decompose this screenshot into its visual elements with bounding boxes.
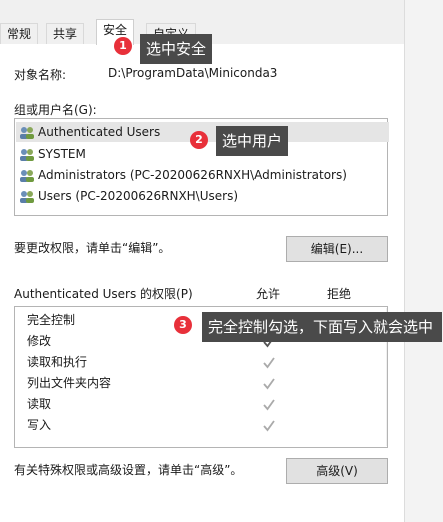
allow-column-header: 允许	[256, 287, 281, 301]
perm-row-full-control: 完全控制	[27, 310, 75, 330]
tab-security-label: 安全	[103, 23, 128, 37]
perm-row-modify: 修改	[27, 331, 51, 351]
checkmark-icon[interactable]	[262, 398, 276, 412]
background-window-edge	[404, 0, 443, 522]
tab-sharing[interactable]: 共享	[46, 23, 85, 44]
perm-row-label: 读取	[27, 397, 52, 411]
perm-row-read: 读取	[27, 394, 51, 414]
object-path: D:\ProgramData\Miniconda3	[108, 66, 278, 80]
group-item-administrators[interactable]: Administrators (PC-20200626RNXH\Administ…	[19, 165, 347, 185]
annotation-text: 选中安全	[146, 40, 207, 58]
perm-row-read-execute: 读取和执行	[27, 352, 87, 372]
annotation-badge-3: 3	[174, 316, 192, 334]
checkmark-icon[interactable]	[262, 419, 276, 433]
group-item-label: Users (PC-20200626RNXH\Users)	[38, 189, 239, 203]
perm-row-label: 读取和执行	[27, 355, 88, 369]
checkmark-icon[interactable]	[262, 377, 276, 391]
tab-sharing-label: 共享	[53, 27, 78, 41]
change-permissions-hint: 要更改权限，请单击“编辑”。	[14, 241, 171, 255]
annotation-number: 3	[179, 318, 187, 331]
group-item-label: SYSTEM	[38, 147, 86, 161]
perm-row-label: 列出文件夹内容	[27, 376, 112, 390]
users-icon	[19, 169, 35, 183]
annotation-text: 选中用户	[222, 132, 283, 150]
perm-row-label: 写入	[27, 418, 52, 432]
group-item-users[interactable]: Users (PC-20200626RNXH\Users)	[19, 186, 238, 206]
group-item-label: Administrators (PC-20200626RNXH\Administ…	[38, 168, 347, 182]
checkmark-icon[interactable]	[262, 356, 276, 370]
annotation-number: 2	[195, 133, 203, 146]
annotation-text: 完全控制勾选，下面写入就会选中	[208, 318, 434, 336]
annotation-number: 1	[119, 39, 127, 52]
users-icon	[19, 126, 35, 140]
users-icon	[19, 190, 35, 204]
annotation-callout-1: 选中安全	[140, 34, 213, 64]
annotation-callout-2: 选中用户	[216, 126, 289, 156]
perm-row-list-folder: 列出文件夹内容	[27, 373, 111, 393]
edit-button-label: 编辑(E)...	[310, 242, 364, 256]
perm-row-write: 写入	[27, 415, 51, 435]
perm-row-label: 修改	[27, 334, 52, 348]
annotation-badge-1: 1	[114, 37, 132, 55]
annotation-callout-3: 完全控制勾选，下面写入就会选中	[202, 312, 442, 342]
object-name-label: 对象名称:	[14, 68, 67, 82]
group-item-label: Authenticated Users	[38, 125, 161, 139]
users-icon	[19, 148, 35, 162]
tab-general[interactable]: 常规	[0, 23, 39, 44]
groups-label: 组或用户名(G):	[14, 103, 97, 117]
deny-column-header: 拒绝	[327, 287, 352, 301]
permissions-header-label: Authenticated Users 的权限(P)	[14, 287, 193, 301]
annotation-badge-2: 2	[190, 131, 208, 149]
perm-row-label: 完全控制	[27, 313, 76, 327]
advanced-button-label: 高级(V)	[316, 464, 358, 478]
advanced-button[interactable]: 高级(V)	[286, 458, 388, 484]
group-item-system[interactable]: SYSTEM	[19, 144, 86, 164]
advanced-hint: 有关特殊权限或高级设置，请单击“高级”。	[14, 463, 243, 477]
tab-general-label: 常规	[7, 27, 32, 41]
edit-button[interactable]: 编辑(E)...	[286, 236, 388, 262]
